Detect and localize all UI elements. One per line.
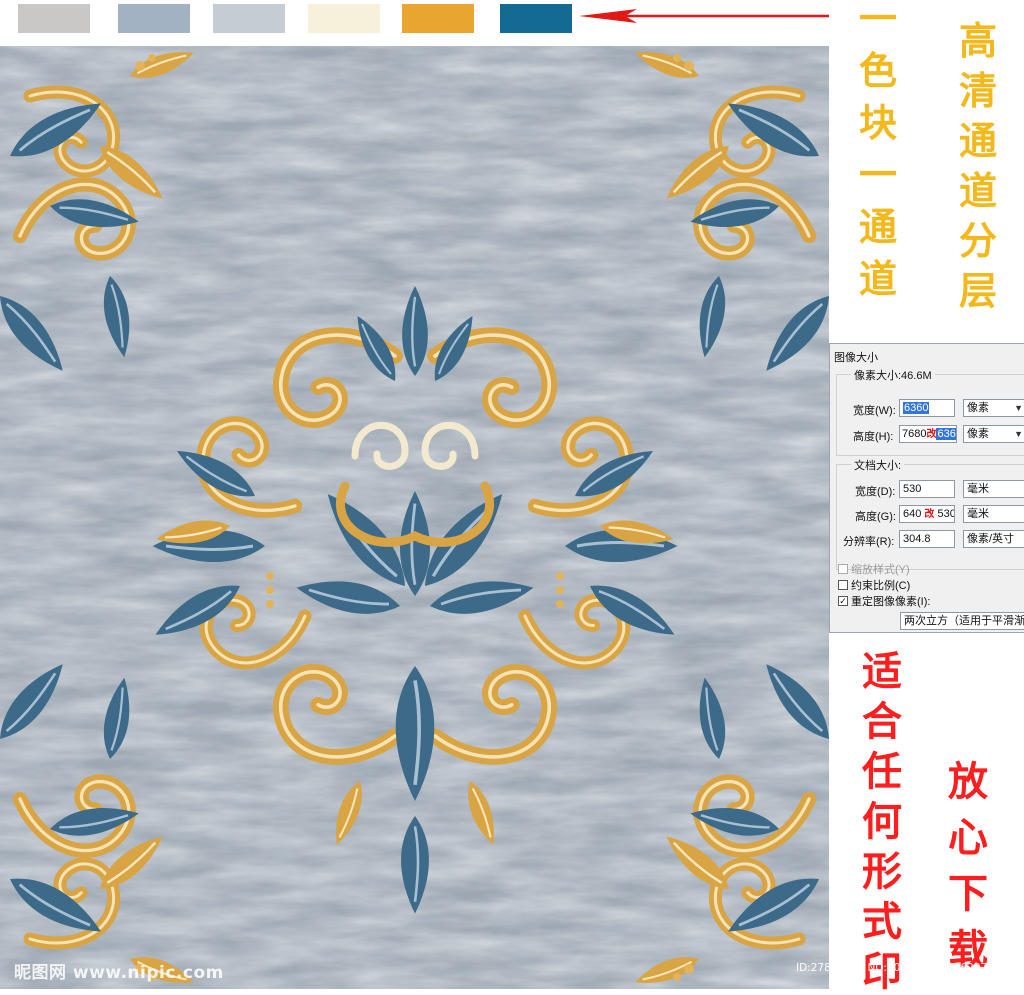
char: 形 xyxy=(862,848,902,895)
scale-styles-checkbox[interactable]: 缩放样式(Y) xyxy=(838,561,910,577)
char: 式 xyxy=(862,898,902,945)
resolution-input[interactable]: 304.8 xyxy=(899,530,955,548)
pixel-width-unit-select[interactable]: 像素 ▼ xyxy=(963,399,1024,417)
document-size-legend: 文档大小: xyxy=(851,457,905,473)
swatch-light-gray xyxy=(18,4,90,33)
pixel-dimensions-group: 像素大小:46.6M 宽度(W): 6360 像素 ▼ 高度(H): 7680改6… xyxy=(836,367,1024,456)
swatch-pale-gray xyxy=(213,4,285,33)
char: 高 xyxy=(958,18,997,63)
resample-image-label: 重定图像像素(I): xyxy=(851,596,931,608)
char: 分 xyxy=(958,218,997,263)
pixel-height-input[interactable]: 7680改6360 xyxy=(899,425,957,443)
text-suitable-any-print: 适 合 任 何 形 式 印 xyxy=(856,652,908,992)
checkbox-empty-icon xyxy=(838,564,848,574)
nipic-watermark-logo: 昵图网 www.nipic.com xyxy=(14,963,224,983)
char: 通 xyxy=(858,204,897,249)
resolution-label: 分辨率(R): xyxy=(843,536,895,548)
text-hd-channel-layers: 高 清 通 道 分 层 xyxy=(952,22,1004,310)
char: 合 xyxy=(862,698,902,745)
pixel-dimensions-legend: 像素大小:46.6M xyxy=(851,367,935,383)
resolution-unit-select[interactable]: 像素/英寸 xyxy=(963,530,1024,548)
swatch-cream xyxy=(308,4,380,33)
char: 块 xyxy=(858,100,897,145)
swatch-blue-gray xyxy=(118,4,190,33)
pixel-height-unit-select[interactable]: 像素 ▼ xyxy=(963,425,1024,443)
chevron-down-icon: ▼ xyxy=(1014,429,1023,439)
char: 通 xyxy=(958,118,997,163)
text-download-safely: 放 心 下 载 xyxy=(942,762,994,970)
chevron-down-icon: ▼ xyxy=(1014,403,1023,413)
resample-image-checkbox[interactable]: ✓ 重定图像像素(I): xyxy=(838,593,930,609)
dialog-title: 图像大小 xyxy=(834,352,878,364)
char: 道 xyxy=(858,256,897,301)
text-one-color-one-channel: 一 色 块 一 通 道 xyxy=(852,0,904,298)
char: 清 xyxy=(958,68,997,113)
char: 层 xyxy=(958,268,997,313)
damask-ornament-artwork xyxy=(0,46,829,989)
char: 何 xyxy=(862,798,902,845)
char: 心 xyxy=(948,814,988,861)
pixel-width-input[interactable]: 6360 xyxy=(899,399,955,417)
char: 下 xyxy=(948,870,988,917)
arrow-left-icon xyxy=(579,9,829,23)
char: 一 xyxy=(858,0,897,41)
char: 色 xyxy=(858,48,897,93)
pixel-width-label: 宽度(W): xyxy=(853,405,896,417)
checkbox-empty-icon xyxy=(838,580,848,590)
image-id-watermark: ID:27813070 NO:20200923090629734085 xyxy=(796,962,1021,974)
swatch-gold xyxy=(402,4,474,33)
damask-wallpaper-pattern xyxy=(0,46,829,989)
scale-styles-label: 缩放样式(Y) xyxy=(851,564,910,576)
constrain-proportions-checkbox[interactable]: 约束比例(C) xyxy=(838,577,910,593)
constrain-proportions-label: 约束比例(C) xyxy=(851,580,911,592)
char: 一 xyxy=(858,152,897,197)
swatch-teal-blue xyxy=(500,4,572,33)
char: 放 xyxy=(948,758,988,805)
doc-height-input[interactable]: 640 改 530 xyxy=(899,505,955,523)
doc-height-unit-select[interactable]: 毫米 xyxy=(963,505,1024,523)
char: 任 xyxy=(862,748,902,795)
checkmark-icon: ✓ xyxy=(838,596,848,606)
doc-height-label: 高度(G): xyxy=(855,511,896,523)
image-size-dialog: 图像大小 像素大小:46.6M 宽度(W): 6360 像素 ▼ 高度(H): 7… xyxy=(829,343,1024,633)
resample-method-select[interactable]: 两次立方（适用于平滑渐变 xyxy=(900,612,1024,630)
color-swatch-bar xyxy=(0,0,830,46)
char: 道 xyxy=(958,168,997,213)
doc-width-label: 宽度(D): xyxy=(855,486,896,498)
document-size-group: 文档大小: 宽度(D): 530 毫米 高度(G): 640 改 530 毫米 … xyxy=(836,457,1024,570)
pixel-height-label: 高度(H): xyxy=(853,431,894,443)
doc-width-input[interactable]: 530 xyxy=(899,480,955,498)
char: 适 xyxy=(862,648,902,695)
doc-width-unit-select[interactable]: 毫米 xyxy=(963,480,1024,498)
